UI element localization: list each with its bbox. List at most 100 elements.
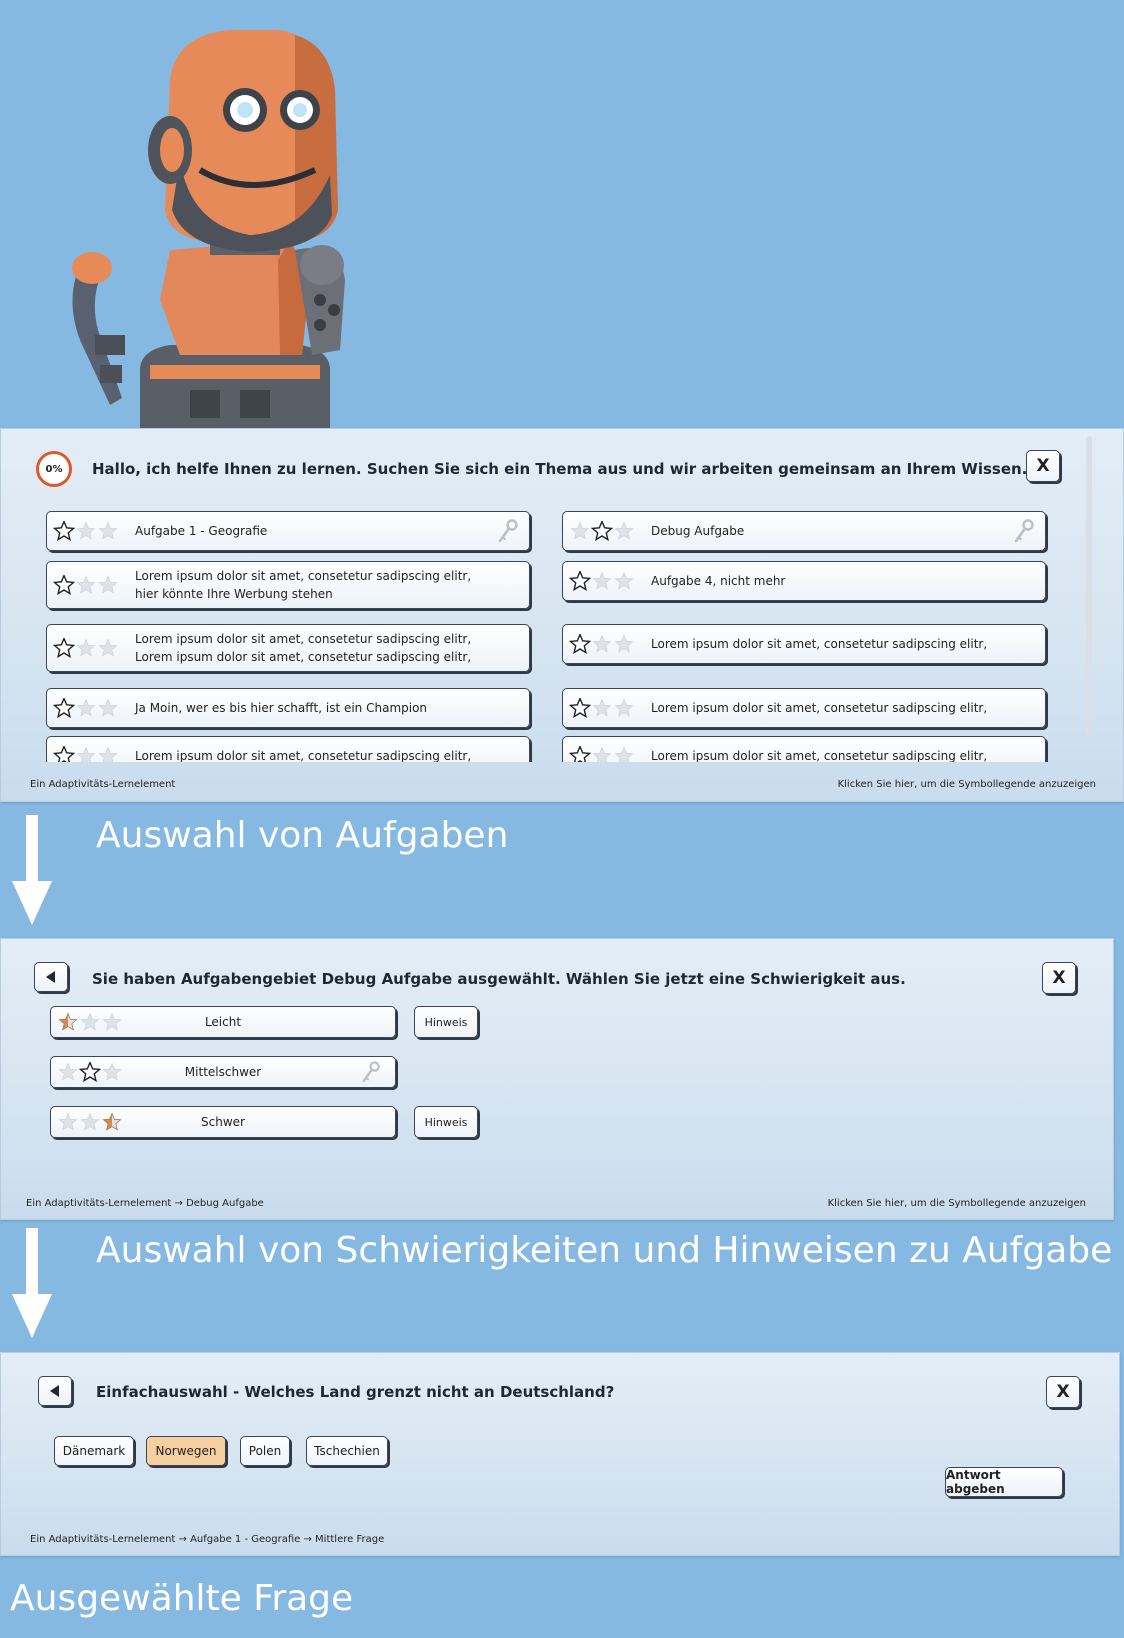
breadcrumb: Ein Adaptivitäts-Lernelement (30, 779, 176, 790)
task-label-line: hier könnte Ihre Werbung stehen (135, 587, 333, 601)
star-icon (569, 698, 592, 718)
star-icon (614, 746, 634, 762)
difficulty-stars-icon (53, 638, 118, 658)
submit-answer-button[interactable]: Antwort abgeben (945, 1467, 1063, 1497)
back-arrow-icon (50, 1385, 59, 1397)
down-arrow-icon (12, 1228, 52, 1338)
task-item[interactable]: Lorem ipsum dolor sit amet, consetetur s… (46, 624, 530, 672)
task-label: Lorem ipsum dolor sit amet, consetetur s… (135, 567, 485, 603)
task-label-line: Debug Aufgabe (651, 524, 745, 538)
star-icon (53, 575, 76, 595)
difficulty-stars-icon (570, 521, 634, 541)
task-item[interactable]: Lorem ipsum dolor sit amet, consetetur s… (46, 736, 530, 762)
answer-option[interactable]: Norwegen (146, 1436, 226, 1466)
task-label: Debug Aufgabe (651, 522, 1001, 540)
star-icon (98, 746, 118, 762)
task-label: Aufgabe 4, nicht mehr (651, 572, 1001, 590)
star-icon (614, 571, 634, 590)
task-label-line: Lorem ipsum dolor sit amet, consetetur s… (651, 637, 988, 651)
difficulty-stars-icon (569, 571, 634, 591)
task-label-line: Lorem ipsum dolor sit amet, consetetur s… (651, 701, 988, 715)
difficulty-label: Mittelschwer (184, 1065, 262, 1079)
star-icon (590, 521, 614, 541)
star-icon (76, 698, 96, 717)
star-icon (592, 571, 612, 590)
back-button[interactable] (34, 962, 68, 992)
star-icon (53, 746, 76, 762)
question-header: Einfachauswahl - Welches Land grenzt nic… (96, 1383, 615, 1401)
task-label-line: Lorem ipsum dolor sit amet, consetetur s… (651, 749, 988, 762)
answer-option[interactable]: Tschechien (306, 1436, 388, 1466)
star-icon (592, 698, 612, 717)
key-icon (362, 1061, 380, 1083)
task-label: Lorem ipsum dolor sit amet, consetetur s… (651, 747, 1001, 762)
difficulty-stars-icon (569, 698, 634, 718)
star-icon (569, 746, 592, 762)
star-icon (53, 698, 76, 718)
star-icon (570, 521, 590, 540)
star-icon (98, 575, 118, 594)
difficulty-option[interactable]: Leicht (50, 1006, 396, 1038)
task-label: Lorem ipsum dolor sit amet, consetetur s… (651, 635, 1001, 653)
task-list-scrollbar[interactable] (1086, 436, 1092, 736)
close-label: X (1052, 968, 1066, 988)
close-button[interactable]: X (1046, 1376, 1080, 1408)
back-arrow-icon (46, 971, 55, 983)
task-label-line: Aufgabe 1 - Geografie (135, 524, 268, 538)
task-item[interactable]: Lorem ipsum dolor sit amet, consetetur s… (46, 561, 530, 609)
task-label-line: Lorem ipsum dolor sit amet, consetetur s… (135, 650, 472, 664)
task-item[interactable]: Lorem ipsum dolor sit amet, consetetur s… (562, 688, 1046, 728)
task-label: Aufgabe 1 - Geografie (135, 522, 485, 540)
answer-option[interactable]: Dänemark (54, 1436, 134, 1466)
star-icon (614, 634, 634, 653)
hint-button[interactable]: Hinweis (414, 1106, 478, 1138)
difficulty-option[interactable]: Schwer (50, 1106, 396, 1138)
answer-option[interactable]: Polen (240, 1436, 290, 1466)
task-label-line: Lorem ipsum dolor sit amet, consetetur s… (135, 749, 472, 762)
close-button[interactable]: X (1042, 962, 1076, 994)
task-label: Ja Moin, wer es bis hier schafft, ist ei… (135, 699, 485, 717)
task-label: Lorem ipsum dolor sit amet, consetetur s… (135, 747, 485, 762)
task-label-line: Lorem ipsum dolor sit amet, consetetur s… (135, 632, 472, 646)
caption-task-selection: Auswahl von Aufgaben (96, 815, 509, 856)
task-label-line: Ja Moin, wer es bis hier schafft, ist ei… (135, 701, 428, 715)
star-icon (76, 638, 96, 657)
task-item[interactable]: Debug Aufgabe (562, 511, 1046, 551)
star-icon (98, 521, 118, 540)
hint-button[interactable]: Hinweis (414, 1006, 478, 1038)
close-label: X (1056, 1382, 1070, 1402)
task-item[interactable]: Aufgabe 4, nicht mehr (562, 561, 1046, 601)
symbol-legend-link[interactable]: Klicken Sie hier, um die Symbollegende a… (828, 1198, 1086, 1209)
difficulty-stars-icon (569, 634, 634, 654)
star-icon (592, 746, 612, 762)
star-icon (614, 521, 634, 540)
difficulty-header: Sie haben Aufgabengebiet Debug Aufgabe a… (92, 970, 906, 988)
task-item[interactable]: Lorem ipsum dolor sit amet, consetetur s… (562, 624, 1046, 664)
task-item[interactable]: Ja Moin, wer es bis hier schafft, ist ei… (46, 688, 530, 728)
star-icon (614, 698, 634, 717)
robot-mascot-icon (72, 30, 345, 430)
difficulty-stars-icon (53, 575, 118, 595)
star-icon (98, 698, 118, 717)
task-label-line: Aufgabe 4, nicht mehr (651, 574, 786, 588)
star-icon (53, 638, 76, 658)
difficulty-stars-icon (53, 698, 118, 718)
star-icon (98, 638, 118, 657)
down-arrow-icon (12, 815, 52, 925)
back-button[interactable] (38, 1376, 72, 1406)
task-label-line: Lorem ipsum dolor sit amet, consetetur s… (135, 569, 472, 583)
breadcrumb: Ein Adaptivitäts-Lernelement → Debug Auf… (26, 1198, 264, 1209)
difficulty-option[interactable]: Mittelschwer (50, 1056, 396, 1088)
star-icon (76, 575, 96, 594)
caption-difficulty-selection: Auswahl von Schwierigkeiten und Hinweise… (96, 1230, 1113, 1271)
task-list-left: Aufgabe 1 - Geografie Lorem ipsum dolor s… (42, 436, 534, 762)
task-item[interactable]: Aufgabe 1 - Geografie (46, 511, 530, 551)
symbol-legend-link[interactable]: Klicken Sie hier, um die Symbollegende a… (838, 779, 1096, 790)
key-icon (1014, 519, 1034, 543)
key-icon (498, 519, 518, 543)
task-label: Lorem ipsum dolor sit amet, consetetur s… (135, 630, 485, 666)
task-item[interactable]: Lorem ipsum dolor sit amet, consetetur s… (562, 736, 1046, 762)
star-icon (76, 521, 96, 540)
caption-selected-question: Ausgewählte Frage (10, 1578, 354, 1619)
breadcrumb: Ein Adaptivitäts-Lernelement → Aufgabe 1… (30, 1534, 385, 1545)
